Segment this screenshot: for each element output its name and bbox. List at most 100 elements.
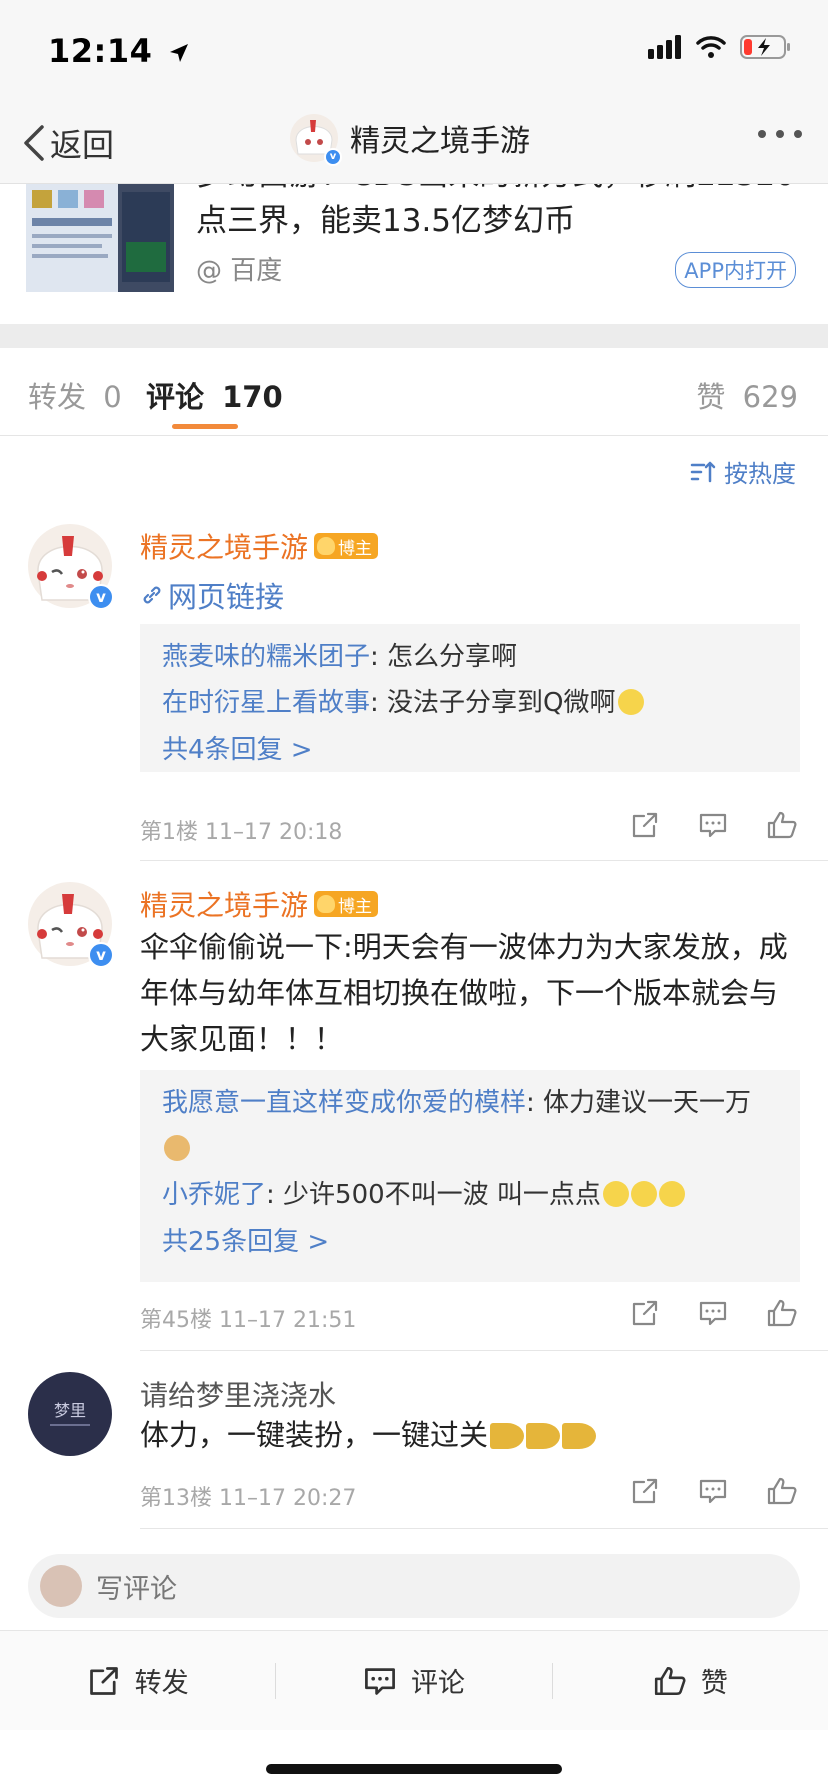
reply-author[interactable]: 我愿意一直这样变成你爱的模样	[162, 1088, 526, 1118]
home-indicator[interactable]	[266, 1764, 562, 1774]
location-arrow-icon	[170, 44, 188, 62]
dream-avatar-icon: 梦里	[28, 1372, 112, 1456]
tab-repost[interactable]: 转发 0	[28, 374, 122, 416]
doge-emoji-icon	[164, 1135, 190, 1161]
share-icon[interactable]	[630, 1476, 660, 1506]
tab-repost-label: 转发	[28, 380, 87, 414]
comment-avatar[interactable]: v	[28, 524, 114, 610]
chevron-left-icon	[24, 125, 44, 161]
verified-badge-icon: v	[324, 148, 342, 166]
tab-likes-count: 629	[742, 380, 798, 414]
pleading-emoji-icon	[658, 1181, 685, 1207]
tab-comments-count: 170	[222, 380, 283, 414]
more-options-button[interactable]	[758, 130, 802, 138]
verified-badge-icon: v	[88, 584, 114, 610]
nav-title-text: 精灵之境手游	[350, 124, 530, 159]
repost-button[interactable]: 转发	[0, 1661, 275, 1700]
status-icons	[648, 34, 792, 60]
comment-button[interactable]: 评论	[276, 1661, 551, 1700]
comment-author-name: 精灵之境手游	[140, 889, 309, 922]
reply-author[interactable]: 燕麦味的糯米团子	[162, 642, 370, 672]
comment-text-content: 体力，一键装扮，一键过关	[140, 1418, 489, 1452]
tab-bar: 转发 0 评论 170 赞 629	[0, 348, 828, 436]
wifi-icon	[696, 36, 726, 58]
game-screenshot-image	[26, 184, 174, 292]
comment-meta: 第13楼 11–17 20:27	[140, 1486, 357, 1511]
comment-divider	[140, 860, 828, 861]
reply-item: 小乔妮了: 少许500不叫一波 叫一点点	[162, 1172, 778, 1218]
like-button[interactable]: 赞	[553, 1661, 828, 1700]
share-icon[interactable]	[630, 1298, 660, 1328]
crown-icon	[317, 895, 336, 913]
comment-item: 梦里 请给梦里浇浇水 体力，一键装扮，一键过关 第13楼 11–17 20:27	[0, 1372, 828, 1530]
battery-charging-icon	[740, 35, 790, 59]
view-more-replies-link[interactable]: 共25条回复 >	[162, 1218, 778, 1266]
comment-meta: 第1楼 11–17 20:18	[140, 820, 343, 845]
section-divider	[0, 324, 828, 348]
comment-divider	[140, 1528, 828, 1529]
comment-icon	[365, 1667, 395, 1695]
reply-item: 我愿意一直这样变成你爱的模样: 体力建议一天一万	[162, 1080, 778, 1172]
reply-text: : 少许500不叫一波 叫一点点	[266, 1180, 601, 1210]
share-icon	[89, 1666, 118, 1695]
comment-avatar[interactable]: 梦里	[28, 1372, 112, 1456]
comment-author[interactable]: 请给梦里浇浇水	[140, 1374, 336, 1414]
comment-icon[interactable]	[698, 1476, 728, 1506]
web-link-label: 网页链接	[168, 580, 285, 614]
reply-author[interactable]: 在时衍星上看故事	[162, 688, 370, 718]
reply-box[interactable]: 燕麦味的糯米团子: 怎么分享啊 在时衍星上看故事: 没法子分享到Q微啊 共4条回…	[140, 624, 800, 772]
comment-text: 体力，一键装扮，一键过关	[140, 1412, 800, 1458]
blogger-badge: 博主	[314, 533, 379, 559]
crying-laughing-emoji-icon	[617, 689, 644, 715]
active-tab-indicator	[172, 424, 238, 429]
article-card[interactable]: 梦幻西游：CBG出来的新方式，秒刷22320点三界，能卖13.5亿梦幻币 @ 百…	[0, 184, 828, 324]
nav-title[interactable]: v 精灵之境手游	[290, 114, 530, 166]
comment-actions	[630, 1298, 798, 1328]
megaphone-emoji-icon	[490, 1423, 525, 1449]
view-more-replies-link[interactable]: 共4条回复 >	[162, 726, 778, 774]
tab-comments[interactable]: 评论 170	[146, 374, 283, 416]
write-comment-placeholder: 写评论	[96, 1573, 177, 1605]
web-link[interactable]: 网页链接	[140, 574, 284, 616]
cellular-signal-icon	[648, 35, 681, 59]
sort-by-hot-button[interactable]: 按热度	[690, 454, 796, 489]
reply-author[interactable]: 小乔妮了	[162, 1180, 266, 1210]
reply-item: 在时衍星上看故事: 没法子分享到Q微啊	[162, 680, 778, 726]
reply-item: 燕麦味的糯米团子: 怎么分享啊	[162, 634, 778, 680]
reply-box[interactable]: 我愿意一直这样变成你爱的模样: 体力建议一天一万 小乔妮了: 少许500不叫一波…	[140, 1070, 800, 1282]
comment-author-name: 精灵之境手游	[140, 531, 309, 564]
comment-author[interactable]: 精灵之境手游 博主	[140, 526, 379, 566]
megaphone-emoji-icon	[562, 1423, 597, 1449]
sort-icon	[690, 461, 716, 482]
comment-icon[interactable]	[698, 810, 728, 840]
thumbs-up-icon	[654, 1666, 686, 1695]
tab-comments-label: 评论	[146, 380, 205, 414]
thumbs-up-icon[interactable]	[766, 1298, 798, 1328]
comment-label: 评论	[410, 1668, 465, 1699]
thumbs-up-icon[interactable]	[766, 1476, 798, 1506]
megaphone-emoji-icon	[526, 1423, 561, 1449]
share-icon[interactable]	[630, 810, 660, 840]
comment-avatar[interactable]: v	[28, 882, 114, 968]
sort-label: 按热度	[724, 460, 796, 488]
comment-actions	[630, 810, 798, 840]
comment-meta: 第45楼 11–17 21:51	[140, 1308, 357, 1333]
comment-icon[interactable]	[698, 1298, 728, 1328]
nav-bar: 返回 v 精灵之境手游	[0, 100, 828, 184]
dot-icon	[794, 130, 802, 138]
reply-text: : 怎么分享啊	[370, 642, 518, 672]
back-button[interactable]: 返回	[22, 120, 114, 166]
tab-likes[interactable]: 赞 629	[696, 374, 798, 416]
comment-actions	[630, 1476, 798, 1506]
repost-label: 转发	[134, 1668, 189, 1699]
article-thumbnail	[26, 184, 174, 292]
comment-text: 伞伞偷偷说一下:明天会有一波体力为大家发放，成年体与幼年体互相切换在做啦，下一个…	[140, 930, 788, 1056]
write-comment-input[interactable]: 写评论	[28, 1554, 800, 1618]
comment-author[interactable]: 精灵之境手游 博主	[140, 884, 379, 924]
open-in-app-button[interactable]: APP内打开	[675, 252, 796, 288]
tab-repost-count: 0	[103, 380, 122, 414]
blogger-badge-label: 博主	[338, 538, 373, 559]
thumbs-up-icon[interactable]	[766, 810, 798, 840]
comment-divider	[140, 1350, 828, 1351]
crown-icon	[317, 537, 336, 555]
